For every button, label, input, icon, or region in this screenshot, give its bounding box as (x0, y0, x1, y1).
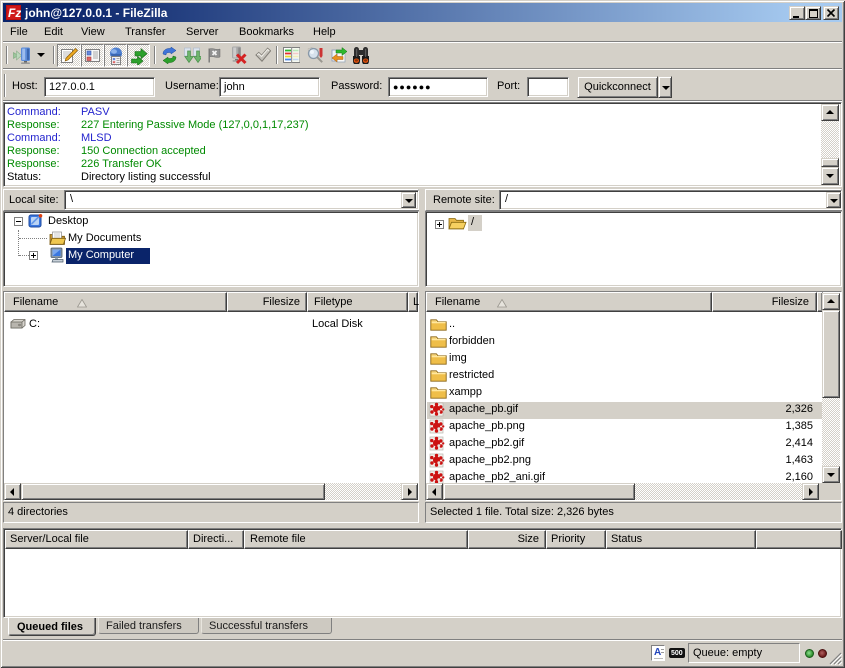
svg-text:Fz: Fz (8, 6, 21, 20)
